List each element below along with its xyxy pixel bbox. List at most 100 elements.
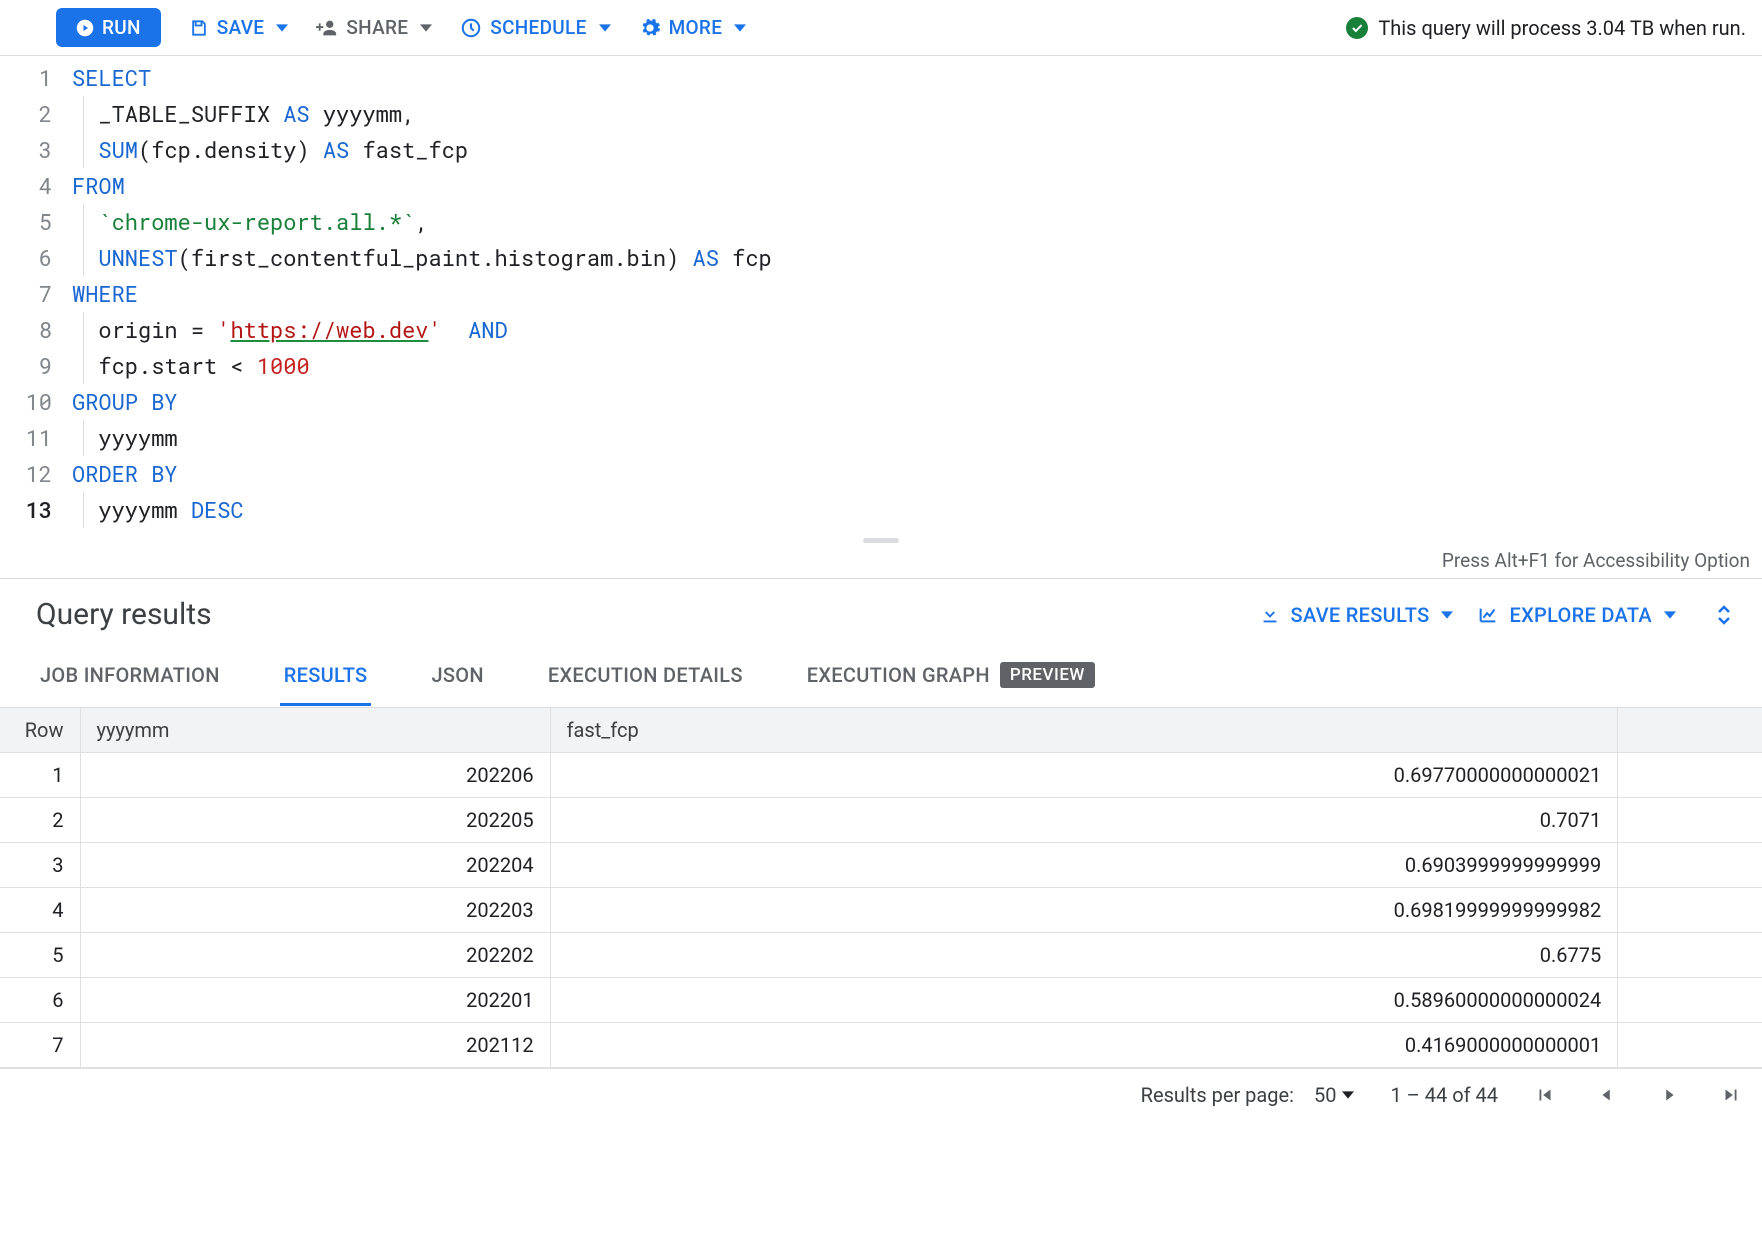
next-page-button[interactable] bbox=[1658, 1084, 1680, 1106]
code-content[interactable]: UNNEST(first_contentful_paint.histogram.… bbox=[72, 240, 1762, 276]
caret-down-icon bbox=[1441, 609, 1453, 621]
table-row[interactable]: 62022010.58960000000000024 bbox=[0, 978, 1762, 1023]
save-button[interactable]: SAVE bbox=[189, 16, 289, 39]
line-number: 1 bbox=[0, 60, 72, 96]
results-table-wrap: Row yyyymm fast_fcp 12022060.69770000000… bbox=[0, 708, 1762, 1069]
editor-line[interactable]: 13 yyyymm DESC bbox=[0, 492, 1762, 528]
line-number: 11 bbox=[0, 420, 72, 456]
tab-execution-graph[interactable]: EXECUTION GRAPH PREVIEW bbox=[803, 646, 1099, 707]
code-content[interactable]: yyyymm bbox=[72, 420, 1762, 456]
code-content[interactable]: yyyymm DESC bbox=[72, 492, 1762, 528]
editor-line[interactable]: 4FROM bbox=[0, 168, 1762, 204]
cell-fast-fcp: 0.6775 bbox=[550, 933, 1618, 978]
editor-line[interactable]: 3 SUM(fcp.density) AS fast_fcp bbox=[0, 132, 1762, 168]
code-content[interactable]: SUM(fcp.density) AS fast_fcp bbox=[72, 132, 1762, 168]
tab-json[interactable]: JSON bbox=[427, 647, 487, 706]
results-header: Query results SAVE RESULTS EXPLORE DATA bbox=[0, 579, 1762, 646]
save-results-button[interactable]: SAVE RESULTS bbox=[1259, 603, 1454, 627]
code-content[interactable]: fcp.start < 1000 bbox=[72, 348, 1762, 384]
table-row[interactable]: 42022030.69819999999999982 bbox=[0, 888, 1762, 933]
code-content[interactable]: FROM bbox=[72, 168, 1762, 204]
col-yyyymm[interactable]: yyyymm bbox=[80, 708, 550, 753]
sql-editor[interactable]: 1SELECT2 _TABLE_SUFFIX AS yyyymm,3 SUM(f… bbox=[0, 56, 1762, 532]
cell-row: 1 bbox=[0, 753, 80, 798]
per-page-label: Results per page: bbox=[1141, 1083, 1294, 1107]
checkmark-icon bbox=[1346, 17, 1368, 39]
code-content[interactable]: GROUP BY bbox=[72, 384, 1762, 420]
results-title: Query results bbox=[36, 597, 1235, 632]
editor-line[interactable]: 11 yyyymm bbox=[0, 420, 1762, 456]
table-row[interactable]: 22022050.7071 bbox=[0, 798, 1762, 843]
table-row[interactable]: 72021120.4169000000000001 bbox=[0, 1023, 1762, 1068]
tab-results[interactable]: RESULTS bbox=[280, 647, 372, 706]
cell-yyyymm: 202204 bbox=[80, 843, 550, 888]
per-page-selector[interactable]: 50 bbox=[1314, 1083, 1354, 1107]
tab-execution-details[interactable]: EXECUTION DETAILS bbox=[544, 647, 747, 706]
paginator: Results per page: 50 1 – 44 of 44 bbox=[0, 1069, 1762, 1121]
table-row[interactable]: 12022060.69770000000000021 bbox=[0, 753, 1762, 798]
person-add-icon bbox=[316, 17, 338, 39]
first-page-button[interactable] bbox=[1534, 1084, 1556, 1106]
col-row[interactable]: Row bbox=[0, 708, 80, 753]
expand-toggle[interactable] bbox=[1716, 604, 1732, 626]
line-number: 3 bbox=[0, 132, 72, 168]
code-content[interactable]: origin = 'https://web.dev' AND bbox=[72, 312, 1762, 348]
code-content[interactable]: WHERE bbox=[72, 276, 1762, 312]
caret-down-icon bbox=[734, 22, 746, 34]
code-content[interactable]: `chrome-ux-report.all.*`, bbox=[72, 204, 1762, 240]
cell-row: 5 bbox=[0, 933, 80, 978]
editor-line[interactable]: 12ORDER BY bbox=[0, 456, 1762, 492]
results-per-page: Results per page: 50 bbox=[1141, 1083, 1355, 1107]
cell-filler bbox=[1618, 798, 1762, 843]
caret-down-icon bbox=[420, 22, 432, 34]
editor-line[interactable]: 2 _TABLE_SUFFIX AS yyyymm, bbox=[0, 96, 1762, 132]
caret-down-icon bbox=[276, 22, 288, 34]
download-icon bbox=[1259, 604, 1281, 626]
more-button[interactable]: MORE bbox=[639, 16, 747, 39]
tab-job-information[interactable]: JOB INFORMATION bbox=[36, 647, 224, 706]
editor-line[interactable]: 1SELECT bbox=[0, 60, 1762, 96]
code-content[interactable]: ORDER BY bbox=[72, 456, 1762, 492]
cell-yyyymm: 202203 bbox=[80, 888, 550, 933]
cell-row: 4 bbox=[0, 888, 80, 933]
prev-page-button[interactable] bbox=[1596, 1084, 1618, 1106]
query-validator: This query will process 3.04 TB when run… bbox=[1346, 16, 1746, 40]
validator-text: This query will process 3.04 TB when run… bbox=[1378, 16, 1746, 40]
schedule-label: SCHEDULE bbox=[490, 16, 586, 39]
col-fast-fcp[interactable]: fast_fcp bbox=[550, 708, 1618, 753]
cell-yyyymm: 202205 bbox=[80, 798, 550, 843]
editor-line[interactable]: 10GROUP BY bbox=[0, 384, 1762, 420]
preview-badge: PREVIEW bbox=[1000, 662, 1095, 688]
cell-filler bbox=[1618, 978, 1762, 1023]
code-content[interactable]: _TABLE_SUFFIX AS yyyymm, bbox=[72, 96, 1762, 132]
editor-line[interactable]: 6 UNNEST(first_contentful_paint.histogra… bbox=[0, 240, 1762, 276]
clock-icon bbox=[460, 17, 482, 39]
explore-data-button[interactable]: EXPLORE DATA bbox=[1477, 603, 1676, 627]
more-label: MORE bbox=[669, 16, 723, 39]
last-page-button[interactable] bbox=[1720, 1084, 1742, 1106]
editor-line[interactable]: 9 fcp.start < 1000 bbox=[0, 348, 1762, 384]
editor-footer: Press Alt+F1 for Accessibility Option bbox=[0, 532, 1762, 579]
editor-line[interactable]: 5 `chrome-ux-report.all.*`, bbox=[0, 204, 1762, 240]
cell-yyyymm: 202206 bbox=[80, 753, 550, 798]
cell-fast-fcp: 0.6903999999999999 bbox=[550, 843, 1618, 888]
run-button[interactable]: RUN bbox=[56, 8, 161, 47]
line-number: 6 bbox=[0, 240, 72, 276]
schedule-button[interactable]: SCHEDULE bbox=[460, 16, 610, 39]
col-filler bbox=[1618, 708, 1762, 753]
editor-line[interactable]: 7WHERE bbox=[0, 276, 1762, 312]
table-row[interactable]: 32022040.6903999999999999 bbox=[0, 843, 1762, 888]
table-row[interactable]: 52022020.6775 bbox=[0, 933, 1762, 978]
share-button[interactable]: SHARE bbox=[316, 16, 432, 39]
toolbar: RUN SAVE SHARE SCHEDULE bbox=[0, 0, 1762, 56]
line-number: 9 bbox=[0, 348, 72, 384]
explore-data-label: EXPLORE DATA bbox=[1509, 603, 1652, 627]
cell-row: 2 bbox=[0, 798, 80, 843]
caret-down-icon bbox=[599, 22, 611, 34]
resize-handle[interactable] bbox=[0, 532, 1762, 549]
app-root: RUN SAVE SHARE SCHEDULE bbox=[0, 0, 1762, 1234]
line-number: 4 bbox=[0, 168, 72, 204]
line-number: 12 bbox=[0, 456, 72, 492]
code-content[interactable]: SELECT bbox=[72, 60, 1762, 96]
editor-line[interactable]: 8 origin = 'https://web.dev' AND bbox=[0, 312, 1762, 348]
